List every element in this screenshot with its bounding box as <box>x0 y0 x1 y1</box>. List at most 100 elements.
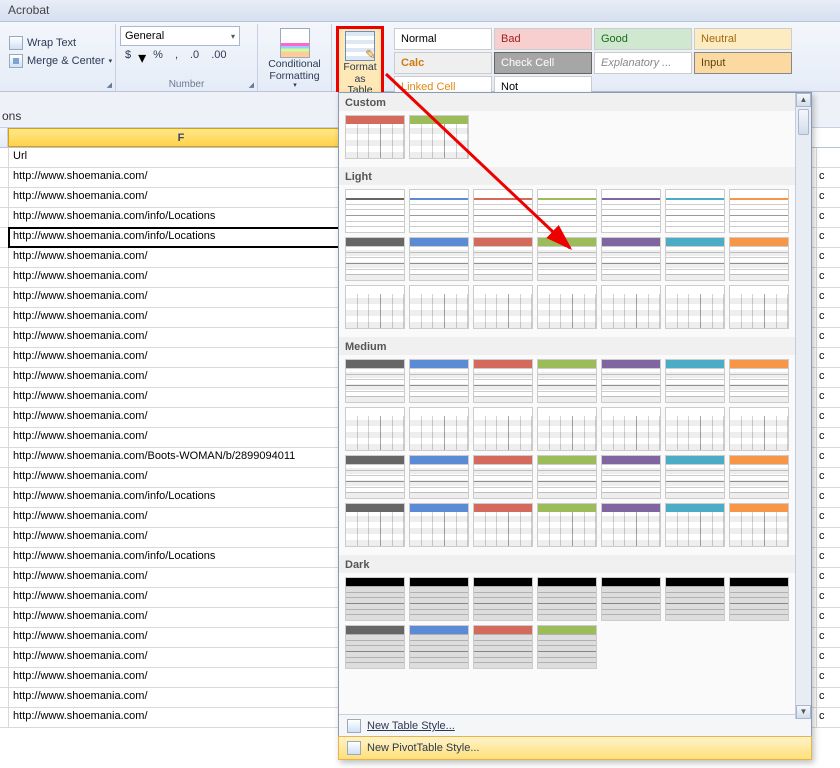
table-style-swatch[interactable] <box>409 237 469 281</box>
table-style-swatch[interactable] <box>409 285 469 329</box>
row-edge <box>0 508 9 527</box>
table-style-swatch[interactable] <box>601 189 661 233</box>
table-style-swatch[interactable] <box>601 359 661 403</box>
table-style-swatch[interactable] <box>537 577 597 621</box>
table-style-swatch[interactable] <box>601 503 661 547</box>
table-style-swatch[interactable] <box>601 455 661 499</box>
cell-style-good[interactable]: Good <box>594 28 692 50</box>
table-style-swatch[interactable] <box>345 189 405 233</box>
table-style-swatch[interactable] <box>665 285 725 329</box>
table-style-swatch[interactable] <box>601 577 661 621</box>
scroll-down-icon[interactable]: ▼ <box>796 705 811 719</box>
increase-decimal-button[interactable]: .0 <box>185 48 204 68</box>
cell-style-calc[interactable]: Calc <box>394 52 492 74</box>
table-style-swatch[interactable] <box>729 237 789 281</box>
table-style-swatch[interactable] <box>537 285 597 329</box>
table-style-swatch[interactable] <box>537 625 597 669</box>
table-style-swatch[interactable] <box>729 503 789 547</box>
table-style-swatch[interactable] <box>345 625 405 669</box>
table-style-swatch[interactable] <box>601 407 661 451</box>
table-style-swatch[interactable] <box>665 237 725 281</box>
cell-style-check-cell[interactable]: Check Cell <box>494 52 592 74</box>
number-format-select[interactable]: General ▾ <box>120 26 240 46</box>
table-style-swatch[interactable] <box>537 407 597 451</box>
row-edge <box>0 188 9 207</box>
new-pivottable-style-button[interactable]: New PivotTable Style... <box>339 737 811 759</box>
table-style-swatch[interactable] <box>665 577 725 621</box>
conditional-formatting-button[interactable]: Conditional Formatting▾ <box>262 26 327 92</box>
table-style-swatch[interactable] <box>729 189 789 233</box>
table-style-swatch[interactable] <box>473 455 533 499</box>
table-style-swatch[interactable] <box>473 237 533 281</box>
table-style-swatch[interactable] <box>473 359 533 403</box>
table-style-swatch[interactable] <box>409 189 469 233</box>
column-header-edge[interactable] <box>0 128 8 147</box>
table-style-swatch[interactable] <box>729 407 789 451</box>
section-custom: Custom <box>339 93 795 111</box>
table-style-swatch[interactable] <box>345 115 405 159</box>
table-style-swatch[interactable] <box>409 359 469 403</box>
table-style-swatch[interactable] <box>537 359 597 403</box>
table-style-swatch[interactable] <box>537 189 597 233</box>
cell-style-neutral[interactable]: Neutral <box>694 28 792 50</box>
table-style-swatch[interactable] <box>345 237 405 281</box>
currency-button[interactable]: $ <box>120 48 136 68</box>
scroll-up-icon[interactable]: ▲ <box>796 93 811 107</box>
dropdown-scrollbar[interactable]: ▲ ▼ <box>795 93 811 719</box>
table-style-swatch[interactable] <box>345 359 405 403</box>
table-style-swatch[interactable] <box>409 455 469 499</box>
number-buttons: $▾ % , .0 .00 <box>120 48 231 68</box>
sliver-cell: c <box>816 648 840 668</box>
table-style-swatch[interactable] <box>729 455 789 499</box>
table-style-swatch[interactable] <box>473 285 533 329</box>
row-edge <box>0 408 9 427</box>
table-style-swatch[interactable] <box>409 577 469 621</box>
percent-button[interactable]: % <box>148 48 168 68</box>
decrease-decimal-button[interactable]: .00 <box>206 48 231 68</box>
table-style-swatch[interactable] <box>729 577 789 621</box>
cell-style-input[interactable]: Input <box>694 52 792 74</box>
table-style-swatch[interactable] <box>473 625 533 669</box>
table-style-swatch[interactable] <box>409 407 469 451</box>
table-style-swatch[interactable] <box>537 503 597 547</box>
wrap-text-button[interactable]: Wrap Text <box>6 35 79 51</box>
conditional-formatting-icon <box>280 28 310 58</box>
column-header-F[interactable]: F <box>8 128 354 147</box>
table-style-swatch[interactable] <box>665 455 725 499</box>
scroll-thumb[interactable] <box>798 109 809 135</box>
comma-button[interactable]: , <box>170 48 183 68</box>
table-style-swatch[interactable] <box>345 503 405 547</box>
table-style-swatch[interactable] <box>601 285 661 329</box>
table-style-swatch[interactable] <box>665 189 725 233</box>
table-style-swatch[interactable] <box>409 115 469 159</box>
merge-center-button[interactable]: Merge & Center ▾ <box>6 53 115 69</box>
table-style-swatch[interactable] <box>665 359 725 403</box>
cell-styles-gallery[interactable]: NormalBadGoodNeutral CalcCheck CellExplan… <box>392 26 792 98</box>
table-style-swatch[interactable] <box>409 503 469 547</box>
table-style-swatch[interactable] <box>665 503 725 547</box>
table-style-swatch[interactable] <box>345 455 405 499</box>
chevron-down-icon: ▾ <box>231 32 235 41</box>
table-style-swatch[interactable] <box>729 285 789 329</box>
row-edge <box>0 708 9 727</box>
table-style-swatch[interactable] <box>345 407 405 451</box>
table-style-swatch[interactable] <box>665 407 725 451</box>
cell-style-normal[interactable]: Normal <box>394 28 492 50</box>
section-light: Light <box>339 167 795 185</box>
table-style-swatch[interactable] <box>409 625 469 669</box>
table-style-swatch[interactable] <box>473 503 533 547</box>
table-style-swatch[interactable] <box>729 359 789 403</box>
section-medium: Medium <box>339 337 795 355</box>
table-style-swatch[interactable] <box>473 577 533 621</box>
sliver-cell: c <box>816 408 840 428</box>
table-style-swatch[interactable] <box>345 285 405 329</box>
table-style-swatch[interactable] <box>473 407 533 451</box>
table-style-swatch[interactable] <box>473 189 533 233</box>
table-style-swatch[interactable] <box>345 577 405 621</box>
table-style-swatch[interactable] <box>537 455 597 499</box>
new-table-style-button[interactable]: New Table Style... <box>339 715 811 737</box>
cell-style-bad[interactable]: Bad <box>494 28 592 50</box>
cell-style-explanatory-[interactable]: Explanatory ... <box>594 52 692 74</box>
table-style-swatch[interactable] <box>601 237 661 281</box>
table-style-swatch[interactable] <box>537 237 597 281</box>
